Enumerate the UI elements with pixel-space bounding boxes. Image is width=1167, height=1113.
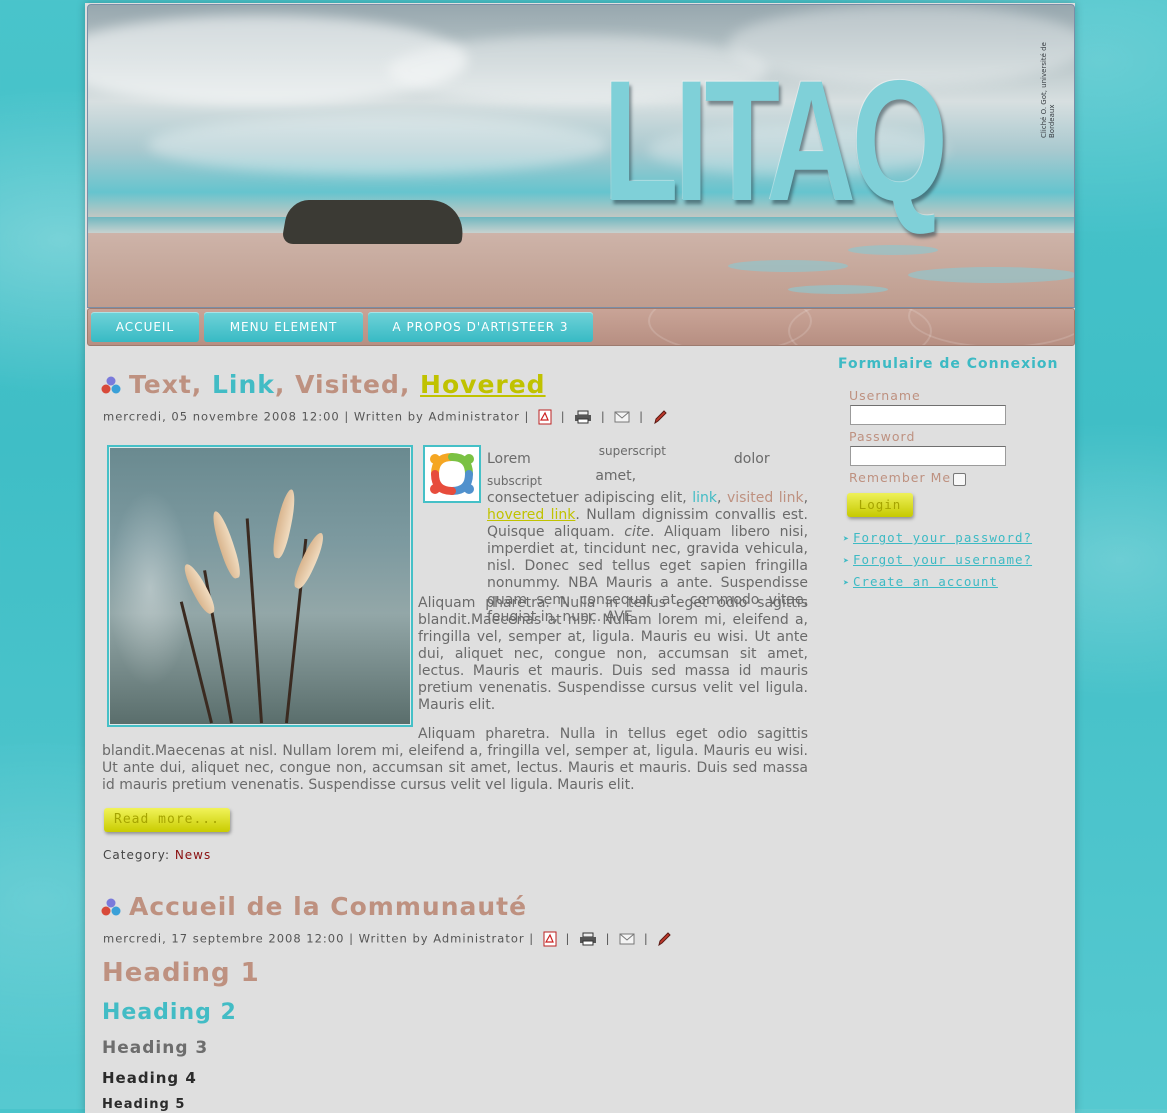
article-bullet-icon — [101, 898, 121, 916]
forgot-username-item: ➤ Forgot your username? — [843, 552, 1032, 567]
pdf-icon[interactable] — [538, 409, 552, 425]
meta-separator: | — [565, 931, 571, 946]
page-sheet: LITAQ Cliché O. Got, université de Borde… — [85, 3, 1075, 1113]
create-account-link[interactable]: Create an account — [853, 574, 998, 589]
nav-item-accueil[interactable]: ACCUEIL — [91, 312, 199, 342]
article-category: Category: News — [103, 848, 211, 862]
content-visited-link[interactable]: visited link — [727, 490, 804, 506]
title-visited[interactable]: Visited — [295, 370, 400, 399]
remember-me-label: Remember Me — [849, 470, 952, 485]
text-amet: amet, — [595, 468, 637, 484]
title-text: Text — [129, 370, 192, 399]
forgot-password-link[interactable]: Forgot your password? — [853, 530, 1032, 545]
text-dolor: dolor — [733, 451, 770, 467]
title-link[interactable]: Link — [212, 370, 275, 399]
title-sep: , — [191, 370, 212, 399]
article-paragraph-2: Aliquam pharetra. Nulla in tellus eget o… — [418, 595, 808, 713]
forgot-password-item: ➤ Forgot your password? — [843, 530, 1032, 545]
nav-item-menu-element[interactable]: MENU ELEMENT — [204, 312, 363, 342]
rock-image — [281, 200, 469, 244]
pdf-icon[interactable] — [543, 931, 557, 947]
article-title-2: Accueil de la Communauté — [129, 892, 528, 921]
title-sep: , — [274, 370, 296, 399]
subscript-text: subscript — [487, 474, 542, 488]
heading-4: Heading 4 — [102, 1069, 197, 1087]
edit-pencil-icon[interactable] — [653, 409, 667, 425]
forgot-username-link[interactable]: Forgot your username? — [853, 552, 1032, 567]
cite-text: cite — [624, 524, 650, 540]
article-meta-text: mercredi, 17 septembre 2008 12:00 | Writ… — [103, 931, 535, 946]
title-sep: , — [399, 370, 421, 399]
meta-separator: | — [639, 409, 644, 424]
read-more-button[interactable]: Read more... — [104, 808, 230, 832]
bullet-arrow-icon: ➤ — [843, 556, 851, 567]
remember-me-checkbox[interactable] — [953, 473, 966, 486]
meta-separator: | — [605, 931, 611, 946]
content-link[interactable]: link — [692, 490, 717, 506]
heading-3: Heading 3 — [102, 1038, 209, 1058]
content-hovered-link[interactable]: hovered link — [487, 507, 575, 523]
edit-pencil-icon[interactable] — [657, 931, 672, 947]
bullet-arrow-icon: ➤ — [843, 534, 851, 545]
article-photo — [107, 445, 413, 727]
bullet-arrow-icon: ➤ — [843, 578, 851, 589]
email-icon[interactable] — [619, 933, 635, 945]
username-label: Username — [849, 388, 921, 403]
article-meta: mercredi, 05 novembre 2008 12:00 | Writt… — [103, 409, 671, 425]
header-banner: LITAQ Cliché O. Got, université de Borde… — [87, 4, 1075, 308]
username-field[interactable] — [850, 405, 1006, 425]
main-nav: ACCUEIL MENU ELEMENT A PROPOS D'ARTISTEE… — [87, 308, 1075, 346]
superscript-text: superscript — [598, 444, 666, 458]
category-label: Category: — [103, 848, 170, 862]
article-title: Text, Link, Visited, Hovered — [129, 370, 546, 399]
title-hovered[interactable]: Hovered — [420, 370, 546, 399]
password-field[interactable] — [850, 446, 1006, 466]
create-account-item: ➤ Create an account — [843, 574, 998, 589]
heading-2: Heading 2 — [102, 1000, 237, 1025]
login-button[interactable]: Login — [847, 493, 913, 517]
heading-5: Heading 5 — [102, 1097, 186, 1112]
login-form-title: Formulaire de Connexion — [838, 356, 1059, 372]
print-icon[interactable] — [579, 932, 597, 946]
email-icon[interactable] — [614, 411, 630, 423]
site-logo[interactable]: LITAQ — [603, 55, 948, 227]
nav-item-a-propos[interactable]: A PROPOS D'ARTISTEER 3 — [368, 312, 593, 342]
heading-1: Heading 1 — [102, 958, 260, 988]
meta-separator: | — [560, 409, 566, 424]
meta-separator: | — [643, 931, 649, 946]
article-bullet-icon — [101, 376, 121, 394]
meta-separator: | — [600, 409, 606, 424]
password-label: Password — [849, 429, 916, 444]
print-icon[interactable] — [574, 410, 592, 424]
photo-credit: Cliché O. Got, université de Bordeaux — [1040, 42, 1056, 138]
article-meta-text: mercredi, 05 novembre 2008 12:00 | Writt… — [103, 409, 530, 424]
article-line-1: Lorem superscript dolor subscript amet, — [418, 443, 808, 490]
article-paragraph-3: Aliquam pharetra. Nulla in tellus eget o… — [102, 726, 808, 793]
text-lorem: Lorem — [487, 451, 531, 467]
text-p1a: consectetuer adipiscing elit, — [487, 490, 687, 506]
article-meta-2: mercredi, 17 septembre 2008 12:00 | Writ… — [103, 931, 675, 947]
category-link[interactable]: News — [175, 848, 211, 862]
